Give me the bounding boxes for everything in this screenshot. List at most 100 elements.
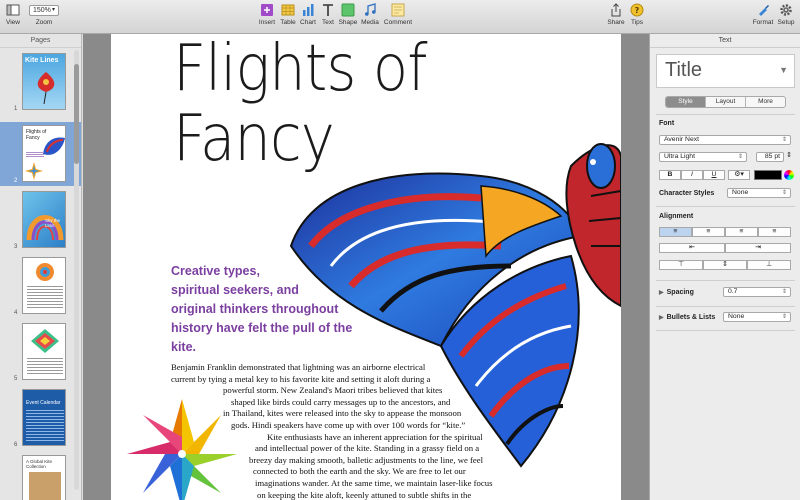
indent-icon: ⇥ [755, 244, 761, 251]
divider [656, 114, 795, 115]
bullets-popup[interactable]: None ⇕ [723, 312, 791, 322]
font-size-field[interactable]: 85 pt [756, 152, 784, 162]
character-styles-popup[interactable]: None ⇕ [727, 188, 791, 198]
table-button[interactable]: Table [278, 3, 298, 26]
page-thumbnail-7[interactable]: A Global Kite Collection [0, 452, 81, 500]
align-bottom-button[interactable]: ⊥ [747, 260, 791, 270]
zoom-control[interactable]: 150% Zoom [28, 3, 60, 26]
format-button[interactable]: Format [752, 3, 774, 26]
italic-button[interactable]: I [681, 170, 703, 180]
divider [656, 280, 795, 281]
page-thumbnail-1[interactable]: Kite Lines 1 [0, 50, 81, 114]
align-right-button[interactable]: ≡ [725, 227, 758, 237]
align-bottom-icon: ⊥ [766, 261, 772, 268]
tab-style[interactable]: Style [666, 97, 706, 107]
font-weight-popup[interactable]: Ultra Light ⇕ [659, 152, 747, 162]
tips-icon: ? [630, 3, 644, 17]
paragraph-style-popup[interactable]: Title ▼ [656, 54, 795, 88]
disclosure-triangle-icon: ▶ [659, 290, 664, 296]
document-page[interactable]: Flights of Fancy Creative types, spiritu… [111, 34, 621, 500]
share-button[interactable]: Share [606, 3, 626, 26]
zoom-popup[interactable]: 150% [29, 5, 59, 16]
page-thumbnail-3[interactable]: Sky the Limit 3 [0, 188, 81, 252]
align-left-icon: ≡ [673, 228, 678, 235]
pages-header: Pages [0, 34, 81, 48]
align-center-icon: ≡ [706, 228, 711, 235]
thumbnail-image: Kite Lines [22, 53, 66, 110]
paintbrush-icon [759, 5, 769, 16]
chart-button[interactable]: Chart [298, 3, 318, 26]
disclosure-triangle-icon: ▶ [659, 315, 664, 321]
setup-button[interactable]: Setup [776, 3, 796, 26]
media-button[interactable]: Media [360, 3, 380, 26]
bullets-lists-disclosure[interactable]: ▶ Bullets & Lists [659, 314, 715, 321]
divider [656, 330, 795, 331]
outdent-icon: ⇤ [689, 244, 695, 251]
view-icon [6, 4, 20, 16]
font-size-stepper[interactable]: ⇕ [785, 152, 793, 162]
thumbnail-image: Sky the Limit [22, 191, 66, 248]
font-family-popup[interactable]: Avenir Next ⇕ [659, 135, 791, 145]
svg-text:?: ? [635, 6, 640, 15]
tab-layout[interactable]: Layout [706, 97, 746, 107]
chevron-updown-icon: ⇕ [781, 289, 787, 295]
text-icon [323, 4, 333, 16]
divider [656, 206, 795, 207]
format-inspector: Text Title ▼ Style Layout More Font Aven… [649, 34, 800, 500]
align-middle-icon: ⇕ [722, 261, 728, 268]
character-styles-label: Character Styles [659, 190, 715, 197]
align-center-button[interactable]: ≡ [692, 227, 725, 237]
insert-button[interactable]: Insert [257, 3, 277, 26]
comment-button[interactable]: Comment [382, 3, 414, 26]
page-thumbnail-4[interactable]: 4 [0, 254, 81, 318]
inspector-header: Text [650, 34, 800, 48]
tab-more[interactable]: More [746, 97, 785, 107]
gear-icon: ⚙▾ [734, 171, 744, 178]
spacing-disclosure[interactable]: ▶ Spacing [659, 289, 694, 296]
gear-icon [780, 4, 792, 16]
align-left-button[interactable]: ≡ [659, 227, 692, 237]
document-canvas: Flights of Fancy Creative types, spiritu… [83, 34, 649, 500]
align-middle-button[interactable]: ⇕ [703, 260, 747, 270]
body-text[interactable]: Benjamin Franklin demonstrated that ligh… [171, 362, 501, 500]
tips-button[interactable]: ? Tips [627, 3, 647, 26]
chevron-down-icon: ▼ [779, 65, 788, 75]
thumbnail-image [22, 323, 66, 380]
font-section-label: Font [659, 120, 675, 127]
comment-icon [391, 3, 405, 17]
shape-button[interactable]: Shape [338, 3, 358, 26]
subhead-text[interactable]: Creative types, spiritual seekers, and o… [171, 262, 371, 357]
page-thumbnail-5[interactable]: 5 [0, 320, 81, 384]
shape-icon [341, 3, 355, 17]
thumbnail-image: Flights of Fancy [22, 125, 66, 182]
chevron-updown-icon: ⇕ [781, 137, 787, 143]
spacing-popup[interactable]: 0.7 ⇕ [723, 287, 791, 297]
thumbnail-image [22, 257, 66, 314]
insert-icon [261, 4, 273, 16]
page-thumbnail-2[interactable]: Flights of Fancy 2 [0, 122, 81, 186]
media-icon [365, 3, 376, 16]
text-button[interactable]: Text [318, 3, 338, 26]
align-right-icon: ≡ [739, 228, 744, 235]
align-top-button[interactable]: ⊤ [659, 260, 703, 270]
toolbar: View 150% Zoom Insert Table Chart Text S… [0, 0, 800, 34]
chart-icon [303, 4, 314, 16]
bold-button[interactable]: B [659, 170, 681, 180]
view-button[interactable]: View [4, 3, 22, 26]
decrease-indent-button[interactable]: ⇤ [659, 243, 725, 253]
text-color-well[interactable] [754, 170, 782, 180]
page-thumbnail-6[interactable]: Event Calendar 6 [0, 386, 81, 450]
chevron-updown-icon: ⇕ [781, 314, 787, 320]
color-wheel-icon[interactable] [784, 170, 794, 180]
chevron-updown-icon: ⇕ [737, 154, 743, 160]
text-options-button[interactable]: ⚙▾ [728, 170, 750, 180]
share-icon [611, 3, 621, 17]
increase-indent-button[interactable]: ⇥ [725, 243, 791, 253]
align-justify-icon: ≡ [772, 228, 777, 235]
pages-scroll-thumb[interactable] [74, 64, 79, 164]
align-justify-button[interactable]: ≡ [758, 227, 791, 237]
thumbnail-image: Event Calendar [22, 389, 66, 446]
align-top-icon: ⊤ [678, 261, 684, 268]
underline-button[interactable]: U [703, 170, 725, 180]
pages-sidebar: Pages Kite Lines 1 Flights of Fancy 2 Sk… [0, 34, 82, 500]
